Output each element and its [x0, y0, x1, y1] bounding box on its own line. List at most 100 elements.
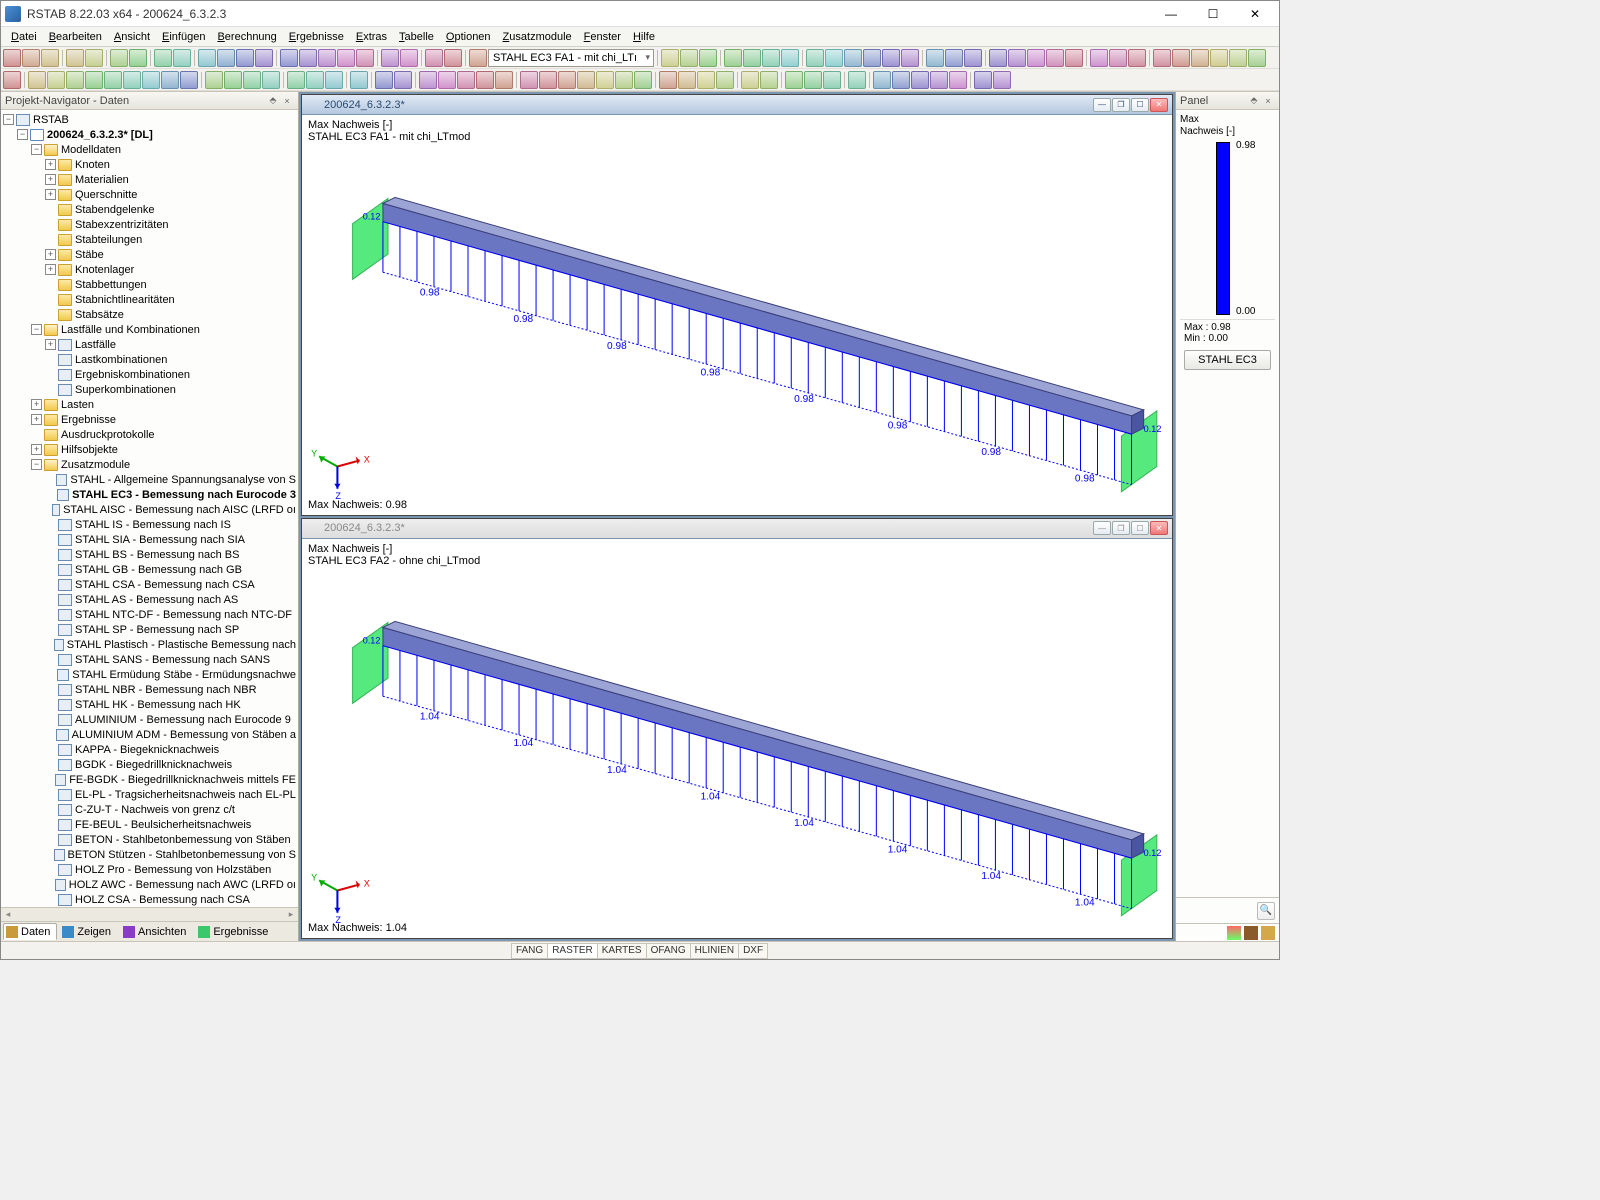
settings-icon[interactable]	[1261, 926, 1275, 940]
tree-node[interactable]: +Materialien	[1, 172, 298, 187]
navigator-tree[interactable]: −RSTAB−200624_6.3.2.3* [DL]−Modelldaten+…	[1, 110, 298, 907]
close-panel-icon[interactable]: ×	[1261, 94, 1275, 108]
tree-node[interactable]: Lastkombinationen	[1, 352, 298, 367]
status-tab-raster[interactable]: RASTER	[547, 943, 598, 959]
minimize-button[interactable]: —	[1093, 521, 1111, 535]
toolbar-button[interactable]	[804, 71, 822, 89]
tree-node[interactable]: STAHL Ermüdung Stäbe - Ermüdungsnachwe	[1, 667, 298, 682]
tree-node[interactable]: BETON Stützen - Stahlbetonbemessung von …	[1, 847, 298, 862]
tree-node[interactable]: Stabteilungen	[1, 232, 298, 247]
toolbar-button[interactable]	[1065, 49, 1083, 67]
status-tab-ofang[interactable]: OFANG	[646, 943, 691, 959]
toolbar-button[interactable]	[306, 71, 324, 89]
toolbar-button[interactable]	[419, 71, 437, 89]
toolbar-button[interactable]	[1090, 49, 1108, 67]
restore-button[interactable]: ❐	[1112, 98, 1130, 112]
toolbar-button[interactable]	[781, 49, 799, 67]
results-case-combo[interactable]: STAHL EC3 FA1 - mit chi_LTı	[488, 49, 654, 67]
toolbar-button[interactable]	[680, 49, 698, 67]
toolbar-button[interactable]	[161, 71, 179, 89]
tree-node[interactable]: STAHL NTC-DF - Bemessung nach NTC-DF	[1, 607, 298, 622]
toolbar-button[interactable]	[444, 49, 462, 67]
tree-node[interactable]: STAHL EC3 - Bemessung nach Eurocode 3	[1, 487, 298, 502]
toolbar-button[interactable]	[350, 71, 368, 89]
menu-einfügen[interactable]: Einfügen	[156, 29, 211, 45]
toolbar-button[interactable]	[337, 49, 355, 67]
toolbar-button[interactable]	[104, 71, 122, 89]
toolbar-button[interactable]	[142, 71, 160, 89]
menu-bearbeiten[interactable]: Bearbeiten	[43, 29, 108, 45]
menu-ergebnisse[interactable]: Ergebnisse	[283, 29, 350, 45]
toolbar-button[interactable]	[911, 71, 929, 89]
toolbar-button[interactable]	[375, 71, 393, 89]
nav-horizontal-scroll[interactable]: ◂▸	[1, 907, 298, 921]
tree-node[interactable]: +Querschnitte	[1, 187, 298, 202]
tree-node[interactable]: −Modelldaten	[1, 142, 298, 157]
tree-node[interactable]: +Lastfälle	[1, 337, 298, 352]
tree-node[interactable]: STAHL AISC - Bemessung nach AISC (LRFD o…	[1, 502, 298, 517]
tree-node[interactable]: BETON - Stahlbetonbemessung von Stäben	[1, 832, 298, 847]
toolbar-button[interactable]	[989, 49, 1007, 67]
view-body[interactable]: Max Nachweis [-]STAHL EC3 FA2 - ohne chi…	[302, 539, 1172, 939]
toolbar-button[interactable]	[974, 71, 992, 89]
toolbar-button[interactable]	[318, 49, 336, 67]
toolbar-button[interactable]	[173, 49, 191, 67]
tree-node[interactable]: +Knotenlager	[1, 262, 298, 277]
minimize-button[interactable]: —	[1093, 98, 1111, 112]
toolbar-button[interactable]	[3, 49, 21, 67]
tree-node[interactable]: −200624_6.3.2.3* [DL]	[1, 127, 298, 142]
toolbar-button[interactable]	[762, 49, 780, 67]
toolbar-button[interactable]	[844, 49, 862, 67]
menu-optionen[interactable]: Optionen	[440, 29, 497, 45]
toolbar-button[interactable]	[949, 71, 967, 89]
tree-node[interactable]: STAHL CSA - Bemessung nach CSA	[1, 577, 298, 592]
minimize-button[interactable]: —	[1151, 4, 1191, 24]
toolbar-button[interactable]	[299, 49, 317, 67]
toolbar-button[interactable]	[1046, 49, 1064, 67]
toolbar-button[interactable]	[1210, 49, 1228, 67]
toolbar-button[interactable]	[892, 71, 910, 89]
toolbar-button[interactable]	[123, 71, 141, 89]
toolbar-button[interactable]	[224, 71, 242, 89]
tree-node[interactable]: Ergebniskombinationen	[1, 367, 298, 382]
toolbar-button[interactable]	[520, 71, 538, 89]
status-tab-dxf[interactable]: DXF	[738, 943, 768, 959]
menu-hilfe[interactable]: Hilfe	[627, 29, 661, 45]
toolbar-button[interactable]	[476, 71, 494, 89]
tree-node[interactable]: STAHL NBR - Bemessung nach NBR	[1, 682, 298, 697]
tree-node[interactable]: STAHL GB - Bemessung nach GB	[1, 562, 298, 577]
toolbar-button[interactable]	[930, 71, 948, 89]
toolbar-button[interactable]	[716, 71, 734, 89]
toolbar-button[interactable]	[129, 49, 147, 67]
toolbar-button[interactable]	[66, 49, 84, 67]
tree-node[interactable]: STAHL - Allgemeine Spannungsanalyse von …	[1, 472, 298, 487]
maximize-button[interactable]: ☐	[1131, 98, 1149, 112]
toolbar-button[interactable]	[425, 49, 443, 67]
tree-node[interactable]: Ausdruckprotokolle	[1, 427, 298, 442]
tree-node[interactable]: HOLZ AWC - Bemessung nach AWC (LRFD oı	[1, 877, 298, 892]
tree-node[interactable]: +Knoten	[1, 157, 298, 172]
toolbar-button[interactable]	[1172, 49, 1190, 67]
tree-node[interactable]: Stabnichtlinearitäten	[1, 292, 298, 307]
toolbar-button[interactable]	[577, 71, 595, 89]
tree-node[interactable]: −RSTAB	[1, 112, 298, 127]
toolbar-button[interactable]	[198, 49, 216, 67]
menu-ansicht[interactable]: Ansicht	[108, 29, 156, 45]
toolbar-button[interactable]	[1229, 49, 1247, 67]
tree-node[interactable]: FE-BGDK - Biegedrillknicknachweis mittel…	[1, 772, 298, 787]
toolbar-button[interactable]	[110, 49, 128, 67]
close-button[interactable]: ✕	[1150, 98, 1168, 112]
nav-tab-daten[interactable]: Daten	[3, 923, 57, 940]
tree-node[interactable]: C-ZU-T - Nachweis von grenz c/t	[1, 802, 298, 817]
toolbar-button[interactable]	[438, 71, 456, 89]
toolbar-button[interactable]	[1109, 49, 1127, 67]
toolbar-button[interactable]	[280, 49, 298, 67]
toolbar-button[interactable]	[760, 71, 778, 89]
close-panel-icon[interactable]: ×	[280, 94, 294, 108]
tree-node[interactable]: KAPPA - Biegeknicknachweis	[1, 742, 298, 757]
nav-tab-ansichten[interactable]: Ansichten	[120, 923, 193, 940]
stahl-ec3-button[interactable]: STAHL EC3	[1184, 350, 1271, 370]
toolbar-button[interactable]	[1153, 49, 1171, 67]
magnify-icon[interactable]: 🔍	[1257, 902, 1275, 920]
pin-icon[interactable]: ⬘	[1247, 94, 1261, 108]
